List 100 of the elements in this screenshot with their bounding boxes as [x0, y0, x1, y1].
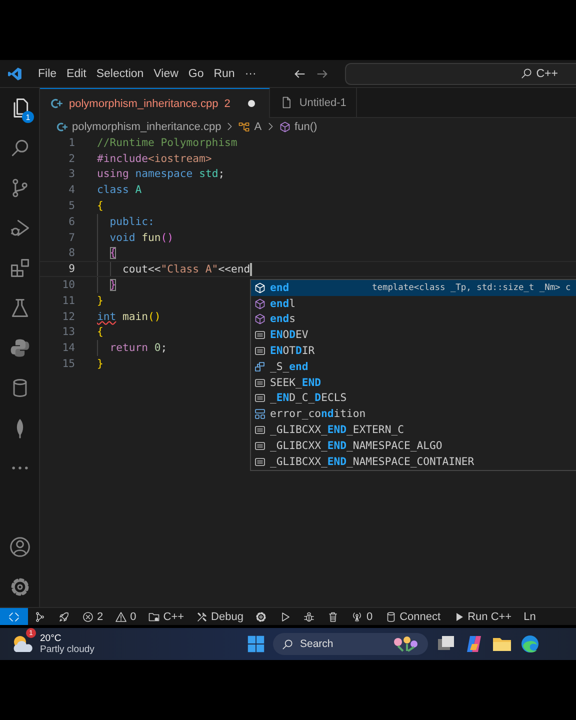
account-icon[interactable] — [8, 536, 30, 558]
suggestion-item[interactable]: ends — [251, 312, 576, 328]
rocket-icon — [58, 610, 70, 622]
cube-icon — [254, 313, 266, 326]
menu-item[interactable]: Go — [183, 64, 209, 82]
trash-icon — [327, 610, 340, 622]
line-number: 11 — [61, 294, 75, 307]
start-icon[interactable] — [247, 635, 265, 653]
line-number: 5 — [68, 200, 75, 212]
editor-tab[interactable]: Untitled-1 — [270, 88, 358, 117]
lines-box-icon — [254, 440, 266, 452]
status-item[interactable]: Ln — [518, 608, 542, 625]
weather-condition: Partly cloudy — [40, 644, 94, 655]
line-number: 2 — [68, 152, 75, 165]
code-line: using namespace std; — [97, 168, 225, 180]
editor-tab[interactable]: polymorphism_inheritance.cpp 2 — [40, 88, 270, 118]
breadcrumb[interactable]: polymorphism_inheritance.cpp — [56, 120, 222, 132]
line-number: 14 — [61, 342, 75, 354]
status-item[interactable]: Run C++ — [446, 608, 518, 625]
database-icon — [384, 610, 397, 622]
line-number: 4 — [68, 184, 75, 196]
tab-label: polymorphism_inheritance.cpp — [69, 98, 218, 110]
line-number: 13 — [61, 326, 75, 338]
code-line: public: — [108, 216, 154, 228]
code-line: #include<iostream> — [97, 152, 212, 165]
breadcrumb[interactable]: A — [238, 120, 262, 132]
remote-icon — [8, 610, 20, 622]
suggestion-item[interactable]: end template<class _Tp, std::size_t _Nm> c — [251, 280, 576, 296]
suggestion-item[interactable]: _GLIBCXX_END_NAMESPACE_ALGO — [251, 438, 576, 454]
suggestion-item[interactable]: SEEK_END — [251, 374, 576, 391]
code-line: return 0; — [108, 342, 168, 354]
suggestion-item[interactable]: ENOTDIR — [251, 343, 576, 359]
suggestion-detail: template<class _Tp, std::size_t _Nm> c — [372, 282, 571, 293]
line-number: 7 — [68, 232, 75, 244]
menu-item[interactable]: ··· — [240, 64, 262, 82]
status-item[interactable]: 0 — [345, 608, 379, 625]
flowers-icon — [392, 636, 420, 652]
lines-box-icon — [254, 392, 266, 404]
lines-box-icon — [254, 329, 266, 342]
status-item[interactable]: Debug — [190, 608, 250, 625]
code-line: } — [97, 358, 104, 370]
run-debug-icon[interactable] — [8, 217, 30, 239]
problem-count: 2 — [224, 98, 230, 110]
line-number: 1 — [68, 136, 75, 149]
suggestion-item[interactable]: _S_end — [251, 358, 576, 375]
search-text: C++ — [536, 68, 558, 80]
python-icon[interactable] — [8, 337, 30, 359]
tab-label: Untitled-1 — [299, 96, 346, 108]
status-item[interactable]: 0 — [109, 608, 142, 625]
lines-box-icon — [254, 424, 266, 436]
suggestion-item[interactable]: _GLIBCXX_END_NAMESPACE_CONTAINER — [251, 454, 576, 470]
logo-icon — [8, 66, 22, 80]
extensions-icon[interactable] — [8, 257, 30, 279]
folder-icon — [148, 610, 160, 622]
breadcrumb[interactable]: fun() — [278, 120, 318, 132]
browser-icon[interactable] — [520, 634, 540, 654]
line-number: 15 — [61, 358, 75, 370]
cube-icon — [254, 282, 266, 294]
suggestion-item[interactable]: _GLIBCXX_END_EXTERN_C — [251, 422, 576, 438]
status-item[interactable]: Connect — [378, 608, 447, 625]
settings-icon — [255, 610, 268, 622]
cpp-file-icon — [50, 97, 63, 110]
menu-item[interactable]: Edit — [62, 64, 92, 82]
code-line: } — [108, 279, 116, 292]
suggestion-item[interactable]: error_condition — [251, 406, 576, 422]
code-line: int main() — [97, 310, 161, 323]
code-line: void fun() — [108, 232, 174, 244]
count-badge: 1 — [22, 111, 34, 123]
menu-item[interactable]: View — [148, 64, 184, 82]
status-item[interactable]: 2 — [76, 608, 110, 625]
code-line: { — [97, 200, 104, 212]
swirl-icon[interactable] — [464, 634, 484, 654]
settings-icon[interactable] — [8, 576, 30, 598]
boxes-icon — [254, 408, 266, 420]
status-item[interactable]: C++ — [142, 608, 190, 625]
graph-icon — [34, 610, 46, 622]
linked-boxes-icon — [254, 360, 266, 373]
menu-item[interactable]: Run — [208, 64, 240, 82]
search-field[interactable]: Search — [273, 633, 428, 655]
line-number: 8 — [68, 247, 75, 260]
lines-box-icon — [254, 376, 266, 389]
suggestion-item[interactable]: _END_C_DECLS — [251, 390, 576, 406]
menu-item[interactable]: Selection — [91, 64, 149, 82]
line-number: 12 — [61, 310, 75, 323]
suggestion-item[interactable]: ENODEV — [251, 327, 576, 344]
lines-box-icon — [254, 456, 266, 468]
lines-box-icon — [254, 345, 266, 358]
tools-icon — [196, 610, 208, 622]
code-line: class A — [97, 184, 142, 196]
code-line: cout<<"Class A"<<end — [122, 262, 252, 276]
weather-icon — [12, 634, 34, 654]
command-center[interactable]: C++ — [345, 62, 576, 84]
suggestion-item[interactable]: endl — [251, 296, 576, 312]
cube-icon — [278, 120, 291, 132]
cube-icon — [254, 298, 266, 310]
antenna-icon — [351, 610, 364, 622]
search-icon — [281, 638, 294, 650]
code-line: { — [97, 326, 104, 338]
warning-icon — [115, 610, 128, 622]
menu-item[interactable]: File — [33, 64, 62, 82]
